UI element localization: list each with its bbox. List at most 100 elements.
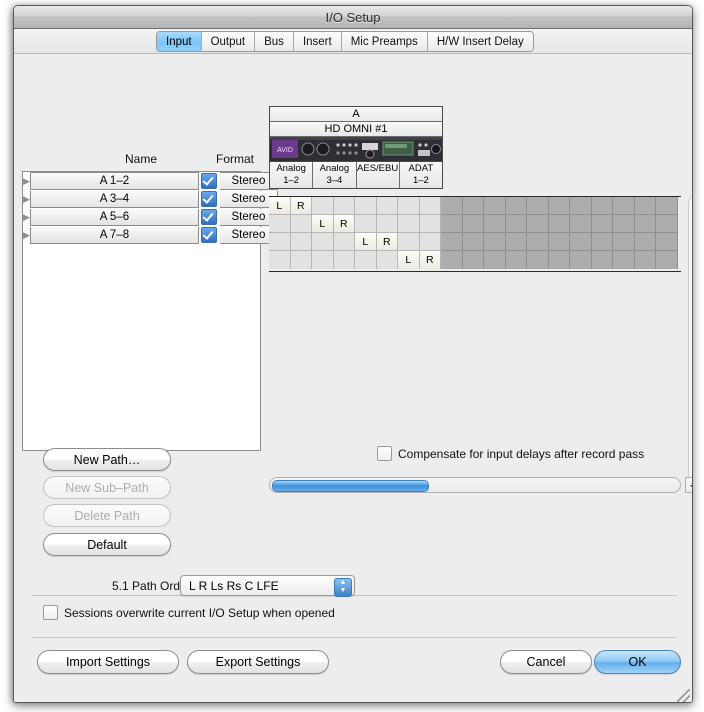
subcolumn-label-line2: 3–4: [326, 175, 343, 186]
assignment-cell-empty[interactable]: [419, 233, 441, 251]
compensate-label: Compensate for input delays after record…: [398, 446, 645, 461]
subcolumn-label-line2: 1–2: [412, 175, 429, 186]
assignment-cell-empty[interactable]: [398, 215, 420, 233]
assignment-cell-empty[interactable]: [376, 215, 398, 233]
assignment-cell-empty[interactable]: [269, 215, 291, 233]
chevron-updown-icon[interactable]: ▲ ▼: [334, 578, 352, 597]
subcolumn-aes-ebu[interactable]: AES/EBU: [356, 162, 400, 188]
assignment-cell-empty[interactable]: [290, 251, 312, 269]
compensate-row[interactable]: Compensate for input delays after record…: [377, 446, 644, 461]
assignment-row[interactable]: LR: [269, 197, 681, 215]
assignment-cell-empty[interactable]: [269, 251, 291, 269]
path-name[interactable]: A 3–4: [29, 190, 199, 208]
assignment-grid[interactable]: LRLRLRLR: [269, 196, 681, 272]
assignment-cell-empty[interactable]: [355, 251, 377, 269]
path-enable-checkbox[interactable]: [201, 173, 218, 189]
assignment-cell-empty[interactable]: [398, 233, 420, 251]
path-name[interactable]: A 1–2: [29, 172, 199, 190]
compensate-checkbox[interactable]: [377, 446, 392, 461]
assignment-cell-disabled: [441, 233, 463, 251]
assignment-cell-l[interactable]: L: [355, 233, 377, 251]
disclosure-triangle-icon[interactable]: ▶: [23, 190, 30, 208]
assignment-cell-disabled: [527, 233, 549, 251]
tab-bus[interactable]: Bus: [255, 32, 294, 51]
subcolumn-analog-3-4[interactable]: Analog 3–4: [313, 162, 357, 188]
matrix-vertical-scrollbar[interactable]: [688, 196, 692, 486]
assignment-cell-empty[interactable]: [312, 251, 334, 269]
subcolumn-adat-1-2[interactable]: ADAT 1–2: [399, 162, 442, 188]
ok-button[interactable]: OK: [594, 650, 681, 674]
assignment-cell-empty[interactable]: [376, 251, 398, 269]
assignment-cell-empty[interactable]: [355, 197, 377, 215]
table-row[interactable]: ▶ A 5–6 Stereo: [23, 208, 278, 226]
default-button[interactable]: Default: [43, 533, 171, 556]
assignment-cell-disabled: [656, 233, 678, 251]
assignment-cell-l[interactable]: L: [398, 251, 420, 269]
tab-hw-insert-delay[interactable]: H/W Insert Delay: [427, 32, 533, 51]
assignment-cell-empty[interactable]: [419, 197, 441, 215]
assignment-cell-r[interactable]: R: [419, 251, 441, 269]
table-row[interactable]: ▶ A 7–8 Stereo: [23, 226, 278, 244]
assignment-cell-empty[interactable]: [312, 233, 334, 251]
subcolumn-label-line1: ADAT: [408, 163, 434, 174]
assignment-cell-disabled: [634, 197, 656, 215]
disclosure-triangle-icon[interactable]: ▶: [23, 172, 30, 190]
path-enable-cell[interactable]: [199, 208, 220, 226]
overwrite-checkbox[interactable]: [43, 605, 58, 620]
new-sub-path-button: New Sub–Path: [43, 476, 171, 499]
export-settings-button[interactable]: Export Settings: [187, 650, 329, 674]
assignment-cell-empty[interactable]: [333, 251, 355, 269]
tab-mic-preamps[interactable]: Mic Preamps: [341, 32, 428, 51]
assignment-cell-disabled: [484, 215, 506, 233]
assignment-cell-disabled: [591, 197, 613, 215]
device-faceplate-image: AVID: [270, 137, 442, 162]
resize-grip-icon[interactable]: [677, 689, 690, 702]
assignment-cell-empty[interactable]: [398, 197, 420, 215]
tab-output[interactable]: Output: [201, 32, 256, 51]
assignment-cell-l[interactable]: L: [269, 197, 291, 215]
assignment-cell-r[interactable]: R: [290, 197, 312, 215]
scroll-left-button[interactable]: ◀: [685, 477, 692, 493]
assignment-cell-disabled: [634, 233, 656, 251]
assignment-cell-empty[interactable]: [355, 215, 377, 233]
path-enable-checkbox[interactable]: [201, 209, 218, 225]
tab-insert[interactable]: Insert: [293, 32, 342, 51]
path-enable-checkbox[interactable]: [201, 191, 218, 207]
path-order-select[interactable]: L R Ls Rs C LFE ▲ ▼: [180, 575, 355, 597]
assignment-cell-empty[interactable]: [333, 233, 355, 251]
assignment-row[interactable]: LR: [269, 233, 681, 251]
matrix-horizontal-scrollbar[interactable]: [269, 477, 681, 493]
scrollbar-thumb[interactable]: [272, 480, 429, 492]
assignment-row[interactable]: LR: [269, 251, 681, 269]
subcolumn-analog-1-2[interactable]: Analog 1–2: [270, 162, 314, 188]
dialog-body: Name Format ▶ A 1–2 Stereo ▶ A 3–4 Stere…: [14, 54, 692, 702]
tab-input[interactable]: Input: [157, 32, 202, 51]
table-row[interactable]: ▶ A 1–2 Stereo: [23, 172, 278, 190]
path-enable-cell[interactable]: [199, 226, 220, 244]
disclosure-triangle-icon[interactable]: ▶: [23, 208, 30, 226]
path-enable-checkbox[interactable]: [201, 227, 218, 243]
path-name[interactable]: A 5–6: [29, 208, 199, 226]
overwrite-row[interactable]: Sessions overwrite current I/O Setup whe…: [43, 605, 335, 620]
table-row[interactable]: ▶ A 3–4 Stereo: [23, 190, 278, 208]
assignment-cell-empty[interactable]: [312, 197, 334, 215]
path-enable-cell[interactable]: [199, 172, 220, 190]
assignment-cell-empty[interactable]: [333, 197, 355, 215]
cancel-button[interactable]: Cancel: [500, 650, 592, 674]
assignment-cell-empty[interactable]: [290, 215, 312, 233]
assignment-cell-empty[interactable]: [269, 233, 291, 251]
assignment-cell-r[interactable]: R: [333, 215, 355, 233]
assignment-cell-disabled: [591, 251, 613, 269]
assignment-cell-l[interactable]: L: [312, 215, 334, 233]
path-name[interactable]: A 7–8: [29, 226, 199, 244]
disclosure-triangle-icon[interactable]: ▶: [23, 226, 30, 244]
new-path-button[interactable]: New Path…: [43, 448, 171, 471]
assignment-cell-disabled: [613, 251, 635, 269]
assignment-cell-empty[interactable]: [419, 215, 441, 233]
assignment-row[interactable]: LR: [269, 215, 681, 233]
assignment-cell-r[interactable]: R: [376, 233, 398, 251]
assignment-cell-empty[interactable]: [376, 197, 398, 215]
path-enable-cell[interactable]: [199, 190, 220, 208]
import-settings-button[interactable]: Import Settings: [37, 650, 179, 674]
assignment-cell-empty[interactable]: [290, 233, 312, 251]
